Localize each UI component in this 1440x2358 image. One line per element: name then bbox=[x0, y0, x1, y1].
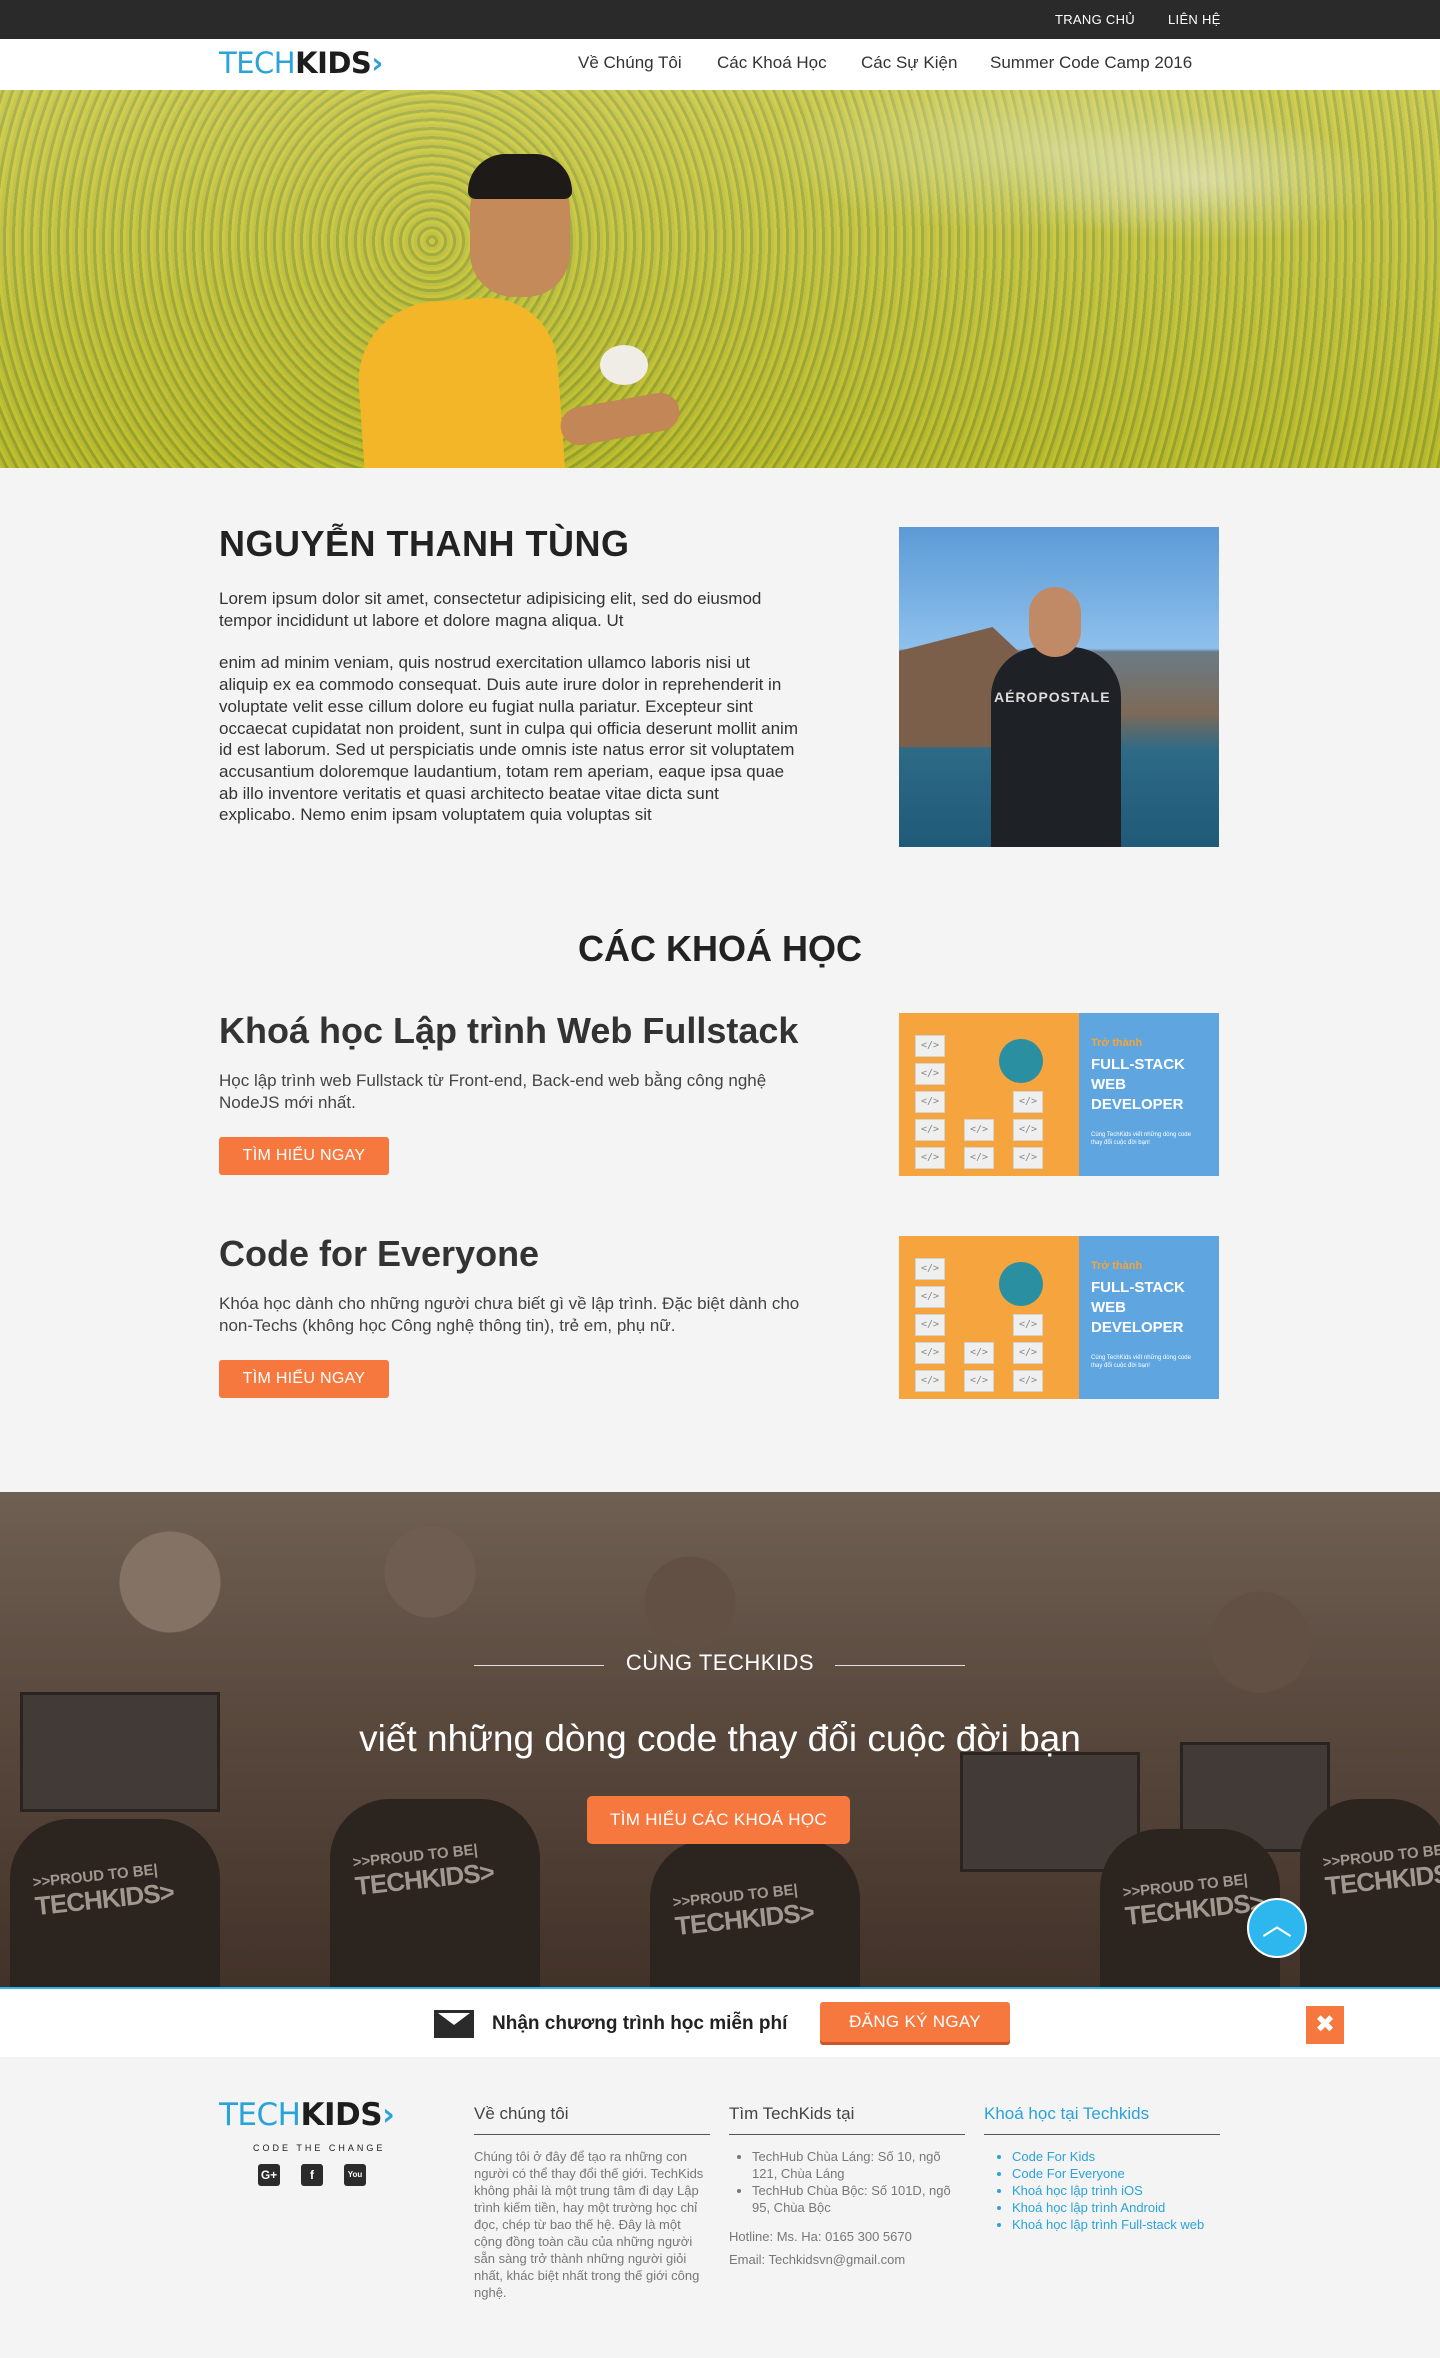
footer-logo[interactable]: TECHKIDS› bbox=[219, 2097, 395, 2133]
facebook-icon[interactable]: f bbox=[301, 2164, 323, 2186]
banner-title: viết những dòng code thay đổi cuộc đời b… bbox=[359, 1718, 1081, 1759]
course-desc: Học lập trình web Fullstack từ Front-end… bbox=[219, 1071, 767, 1112]
footer-find-heading: Tìm TechKids tại bbox=[729, 2104, 965, 2135]
footer-course-link[interactable]: Khoá học lập trình iOS bbox=[1012, 2182, 1224, 2199]
footer bbox=[0, 2057, 1440, 2358]
nav-item-events[interactable]: Các Sự Kiện bbox=[861, 53, 957, 73]
banner-subtitle: CÙNG TECHKIDS bbox=[625, 1650, 815, 1675]
top-link-contact[interactable]: LIÊN HỆ bbox=[1168, 12, 1221, 27]
explore-courses-button[interactable]: TÌM HIỂU CÁC KHOÁ HỌC bbox=[587, 1796, 850, 1844]
footer-about-text: Chúng tôi ở đây để tạo ra những con ngườ… bbox=[474, 2149, 704, 2300]
footer-course-link[interactable]: Code For Kids bbox=[1012, 2148, 1224, 2165]
profile-name: NGUYỄN THANH TÙNG bbox=[219, 523, 630, 564]
footer-tagline: CODE THE CHANGE bbox=[253, 2143, 386, 2153]
footer-course-list: Code For Kids Code For Everyone Khoá học… bbox=[994, 2148, 1224, 2233]
learn-more-button[interactable]: TÌM HIỂU NGAY bbox=[219, 1137, 389, 1175]
mail-icon bbox=[434, 2010, 474, 2038]
course-thumbnail[interactable]: </> </> </> </> </> </> </> </> </> </> … bbox=[899, 1236, 1219, 1399]
profile-bio: Lorem ipsum dolor sit amet, consectetur … bbox=[219, 589, 798, 825]
hero-image bbox=[0, 90, 1440, 468]
youtube-icon[interactable]: You bbox=[344, 2164, 366, 2186]
footer-course-link[interactable]: Khoá học lập trình Android bbox=[1012, 2199, 1224, 2216]
footer-address-list: TechHub Chùa Láng: Số 10, ngõ 121, Chùa … bbox=[734, 2148, 964, 2216]
header-logo[interactable]: TECHKIDS› bbox=[219, 46, 383, 80]
profile-photo: AÉROPOSTALE bbox=[899, 527, 1219, 847]
nav-item-summer-camp[interactable]: Summer Code Camp 2016 bbox=[990, 53, 1192, 73]
footer-about-heading: Về chúng tôi bbox=[474, 2104, 710, 2135]
signup-text: Nhận chương trình học miễn phí bbox=[492, 2013, 788, 2034]
close-icon[interactable]: ✖ bbox=[1306, 2006, 1344, 2044]
footer-hotline: Hotline: Ms. Ha: 0165 300 5670 bbox=[729, 2229, 912, 2244]
footer-course-link[interactable]: Code For Everyone bbox=[1012, 2165, 1224, 2182]
course-title: Khoá học Lập trình Web Fullstack bbox=[219, 1010, 799, 1051]
address-item: TechHub Chùa Láng: Số 10, ngõ 121, Chùa … bbox=[752, 2148, 964, 2182]
register-button[interactable]: ĐĂNG KÝ NGAY bbox=[820, 2002, 1010, 2042]
courses-section-title: CÁC KHOÁ HỌC bbox=[578, 928, 862, 969]
address-item: TechHub Chùa Bộc: Số 101D, ngõ 95, Chùa … bbox=[752, 2182, 964, 2216]
footer-course-link[interactable]: Khoá học lập trình Full-stack web bbox=[1012, 2216, 1224, 2233]
google-plus-icon[interactable]: G+ bbox=[258, 2164, 280, 2186]
footer-email[interactable]: Email: Techkidsvn@gmail.com bbox=[729, 2251, 905, 2268]
nav-item-courses[interactable]: Các Khoá Học bbox=[717, 53, 827, 73]
course-desc: Khóa học dành cho những người chưa biết … bbox=[219, 1294, 800, 1335]
top-bar: TRANG CHỦ LIÊN HỆ bbox=[0, 0, 1440, 39]
footer-courses-heading: Khoá học tại Techkids bbox=[984, 2104, 1220, 2135]
main-nav: TECHKIDS› Về Chúng Tôi Các Khoá Học Các … bbox=[0, 39, 1440, 90]
scroll-to-top-button[interactable]: ︿ bbox=[1247, 1898, 1307, 1958]
course-thumbnail[interactable]: </> </> </> </> </> </> </> </> </> </> … bbox=[899, 1013, 1219, 1176]
course-title: Code for Everyone bbox=[219, 1233, 540, 1274]
nav-item-about[interactable]: Về Chúng Tôi bbox=[578, 53, 682, 73]
chevron-up-icon: ︿ bbox=[1262, 1909, 1292, 1942]
learn-more-button[interactable]: TÌM HIỂU NGAY bbox=[219, 1360, 389, 1398]
top-link-home[interactable]: TRANG CHỦ bbox=[1055, 12, 1135, 27]
